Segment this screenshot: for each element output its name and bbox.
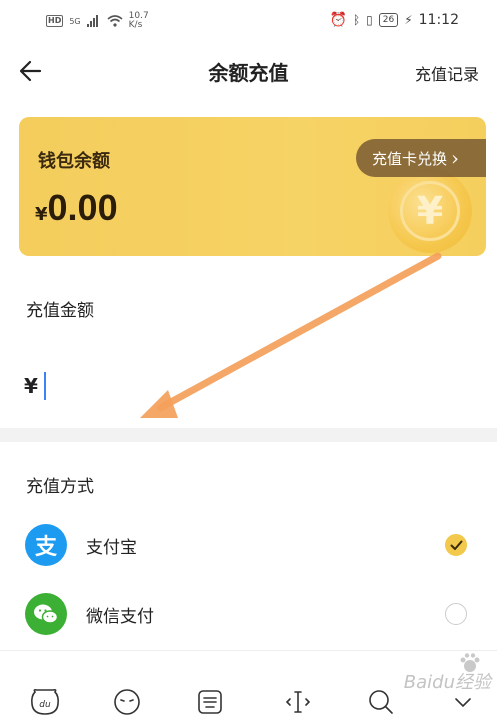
section-divider <box>0 428 497 442</box>
header: 余额充值 充值记录 <box>0 48 497 94</box>
charging-icon: ⚡ <box>404 13 413 27</box>
currency-symbol: ¥ <box>35 204 48 225</box>
text-cursor <box>43 372 46 400</box>
baidu-watermark: Baidu经验 <box>403 672 491 693</box>
wechat-pay-icon <box>25 593 67 635</box>
checkmark-icon <box>450 540 463 550</box>
payment-option-alipay[interactable]: 支 支付宝 <box>0 518 497 570</box>
chevron-down-icon <box>455 698 471 708</box>
search-button[interactable] <box>364 685 398 719</box>
wallet-card: ¥ 钱包余额 ¥0.00 充值卡兑换 › <box>19 117 486 256</box>
alarm-icon: ⏰ <box>329 12 347 28</box>
clock: 11:12 <box>418 12 459 28</box>
payment-section-label: 充值方式 <box>26 477 94 497</box>
du-keyboard-icon: du <box>31 688 59 715</box>
exchange-label: 充值卡兑换 <box>372 149 448 168</box>
amount-currency-symbol: ¥ <box>24 374 38 398</box>
battery-level: 26 <box>378 13 399 27</box>
payment-option-wechat[interactable]: 微信支付 <box>0 587 497 639</box>
emoji-button[interactable] <box>110 685 144 719</box>
amount-input[interactable]: ¥ <box>24 368 46 404</box>
network-type: 5G <box>69 16 81 26</box>
network-speed: 10.7 K/s <box>129 12 149 30</box>
keyboard-button[interactable] <box>193 685 227 719</box>
wallet-balance: ¥0.00 <box>35 187 118 229</box>
cursor-move-icon <box>285 691 311 713</box>
hd-badge: HD <box>46 15 64 27</box>
radio-selected[interactable] <box>445 534 467 556</box>
coin-decoration: ¥ <box>388 169 472 253</box>
status-bar: HD 5G 10.7 K/s ⏰ ᛒ ▯ 26 ⚡ 11:12 <box>0 0 497 44</box>
wifi-icon <box>107 15 123 27</box>
wallet-balance-label: 钱包余额 <box>38 151 110 172</box>
status-right: ⏰ ᛒ ▯ 26 ⚡ 11:12 <box>330 12 460 28</box>
payment-label: 微信支付 <box>86 607 154 627</box>
svg-text:du: du <box>39 700 51 710</box>
bluetooth-icon: ᛒ <box>352 13 361 27</box>
amount-section-label: 充值金额 <box>26 301 94 321</box>
status-left: HD 5G 10.7 K/s <box>46 12 149 30</box>
search-icon <box>369 690 393 714</box>
recharge-card-exchange-button[interactable]: 充值卡兑换 › <box>356 139 486 177</box>
wechat-bubbles-icon <box>34 604 59 624</box>
recharge-records-link[interactable]: 充值记录 <box>415 61 479 85</box>
keyboard-icon <box>198 690 222 714</box>
payment-label: 支付宝 <box>86 538 137 558</box>
yen-coin-icon: ¥ <box>400 181 460 241</box>
emoji-icon <box>114 689 140 715</box>
speed-unit: K/s <box>128 20 143 30</box>
cursor-move-button[interactable] <box>281 685 315 719</box>
du-keyboard-button[interactable]: du <box>28 685 62 719</box>
alipay-glyph: 支 <box>34 535 57 560</box>
chevron-right-icon: › <box>451 146 460 170</box>
vibrate-icon: ▯ <box>366 13 373 27</box>
alipay-icon: 支 <box>25 524 67 566</box>
radio-unselected[interactable] <box>445 603 467 625</box>
signal-icon <box>86 15 98 27</box>
balance-amount: 0.00 <box>47 187 118 228</box>
